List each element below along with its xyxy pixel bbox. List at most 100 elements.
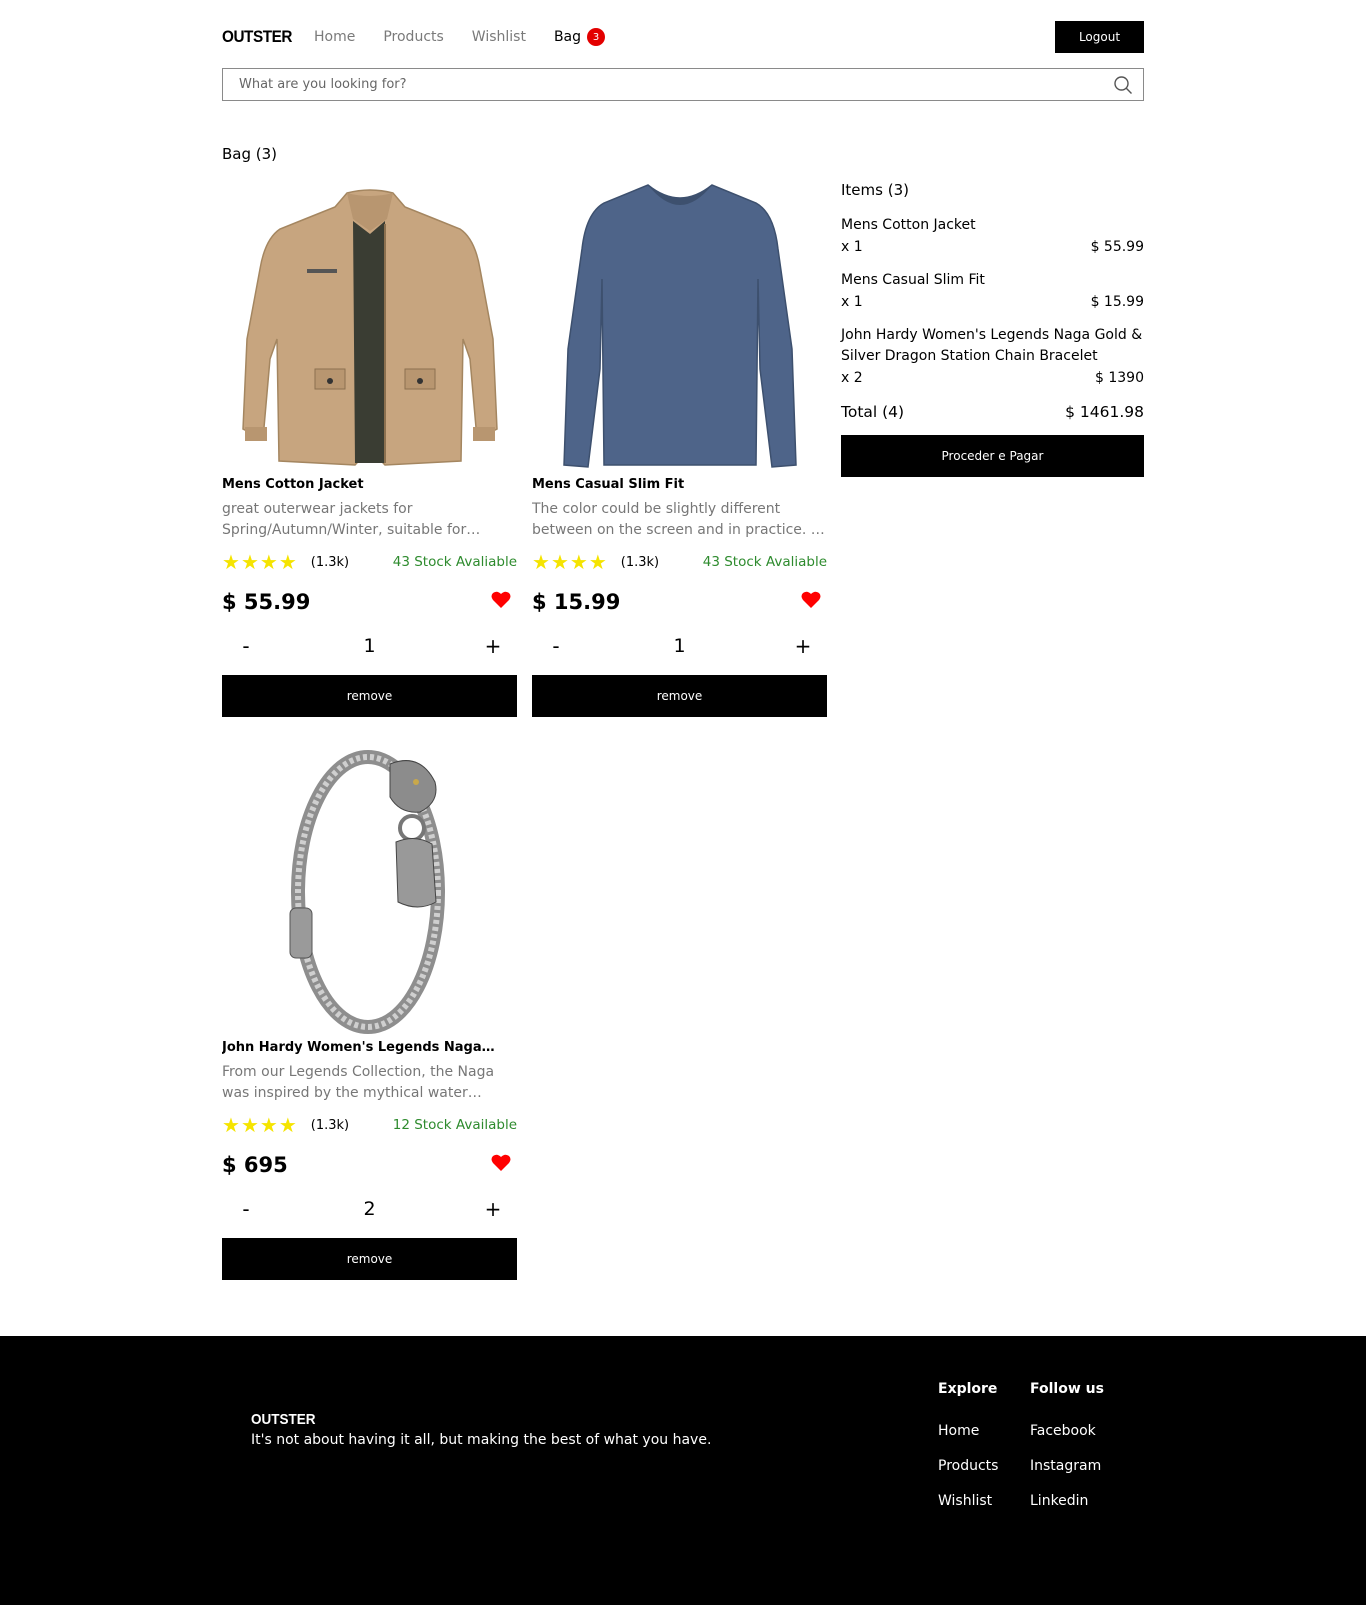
footer-link-products[interactable]: Products xyxy=(938,1458,998,1477)
page-title: Bag (3) xyxy=(222,145,278,163)
quantity-value: 1 xyxy=(673,635,686,657)
heart-icon[interactable] xyxy=(491,1154,511,1176)
product-card: John Hardy Women's Legends Naga… From ou… xyxy=(222,740,517,1280)
star-icon: ★ xyxy=(259,550,278,574)
product-image-jacket[interactable] xyxy=(222,177,517,475)
summary-item: Mens Casual Slim Fit x 1 $ 15.99 xyxy=(841,270,1144,313)
review-count: (1.3k) xyxy=(620,554,660,570)
footer-link-linkedin[interactable]: Linkedin xyxy=(1030,1493,1104,1512)
summary-item-name: Mens Cotton Jacket xyxy=(841,217,976,233)
star-rating: ★ ★ ★ ★ xyxy=(222,552,297,572)
rating-row: ★ ★ ★ ★ (1.3k) 43 Stock Avaliable xyxy=(532,551,827,573)
product-image-bracelet[interactable] xyxy=(222,740,517,1038)
summary-item-qty: x 1 xyxy=(841,239,863,255)
product-price: $ 15.99 xyxy=(532,590,621,614)
decrease-qty-button[interactable]: - xyxy=(236,1197,256,1221)
summary-item: Mens Cotton Jacket x 1 $ 55.99 xyxy=(841,215,1144,258)
heart-icon[interactable] xyxy=(801,591,821,613)
review-count: (1.3k) xyxy=(310,554,350,570)
heart-icon[interactable] xyxy=(491,591,511,613)
remove-button[interactable]: remove xyxy=(222,1238,517,1280)
footer-link-instagram[interactable]: Instagram xyxy=(1030,1458,1104,1477)
summary-item-name: Mens Casual Slim Fit xyxy=(841,272,985,288)
product-name[interactable]: John Hardy Women's Legends Naga… xyxy=(222,1038,517,1058)
total-label: Total (4) xyxy=(841,403,905,421)
star-icon: ★ xyxy=(278,1113,297,1137)
product-name[interactable]: Mens Cotton Jacket xyxy=(222,475,517,495)
bag-count-badge: 3 xyxy=(587,28,606,46)
price-row: $ 695 xyxy=(222,1150,517,1180)
nav-products[interactable]: Products xyxy=(383,29,443,45)
product-description: great outerwear jackets for Spring/Autum… xyxy=(222,501,481,538)
summary-total: Total (4) $ 1461.98 xyxy=(841,403,1144,421)
search-bar xyxy=(222,68,1144,101)
star-icon: ★ xyxy=(569,550,588,574)
footer-link-home[interactable]: Home xyxy=(938,1423,998,1442)
product-description: From our Legends Collection, the Naga wa… xyxy=(222,1064,495,1101)
decrease-qty-button[interactable]: - xyxy=(546,634,566,658)
stock-status: 12 Stock Available xyxy=(392,1117,517,1133)
decrease-qty-button[interactable]: - xyxy=(236,634,256,658)
brand-logo[interactable]: OUTSTER xyxy=(222,27,305,47)
summary-item-qty: x 1 xyxy=(841,294,863,310)
product-price: $ 695 xyxy=(222,1153,288,1177)
price-row: $ 15.99 xyxy=(532,587,827,617)
stock-status: 43 Stock Avaliable xyxy=(702,554,827,570)
footer: OUTSTER It's not about having it all, bu… xyxy=(0,1336,1366,1605)
summary-item: John Hardy Women's Legends Naga Gold & S… xyxy=(841,325,1144,389)
quantity-stepper: - 1 + xyxy=(532,631,827,661)
increase-qty-button[interactable]: + xyxy=(483,1197,503,1221)
star-icon: ★ xyxy=(259,1113,278,1137)
product-image-shirt[interactable] xyxy=(532,177,827,475)
star-icon: ★ xyxy=(588,550,607,574)
summary-item-price: $ 15.99 xyxy=(1090,294,1144,310)
search-input[interactable] xyxy=(223,77,1103,92)
star-icon: ★ xyxy=(222,550,240,574)
product-description: The color could be slightly different be… xyxy=(532,501,825,538)
quantity-value: 2 xyxy=(363,1198,376,1220)
product-price: $ 55.99 xyxy=(222,590,311,614)
footer-follow: Follow us Facebook Instagram Linkedin xyxy=(1030,1381,1104,1528)
quantity-stepper: - 1 + xyxy=(222,631,517,661)
star-icon: ★ xyxy=(222,1113,240,1137)
star-icon: ★ xyxy=(278,550,297,574)
review-count: (1.3k) xyxy=(310,1117,350,1133)
quantity-stepper: - 2 + xyxy=(222,1194,517,1224)
star-icon: ★ xyxy=(240,550,259,574)
summary-item-name: John Hardy Women's Legends Naga Gold & S… xyxy=(841,327,1143,364)
footer-explore: Explore Home Products Wishlist xyxy=(938,1381,998,1528)
star-icon: ★ xyxy=(550,550,569,574)
footer-explore-title: Explore xyxy=(938,1381,998,1397)
quantity-value: 1 xyxy=(363,635,376,657)
stock-status: 43 Stock Avaliable xyxy=(392,554,517,570)
price-row: $ 55.99 xyxy=(222,587,517,617)
footer-follow-title: Follow us xyxy=(1030,1381,1104,1397)
footer-link-facebook[interactable]: Facebook xyxy=(1030,1423,1104,1442)
checkout-button[interactable]: Proceder e Pagar xyxy=(841,435,1144,477)
nav-bag-label: Bag xyxy=(553,29,582,45)
search-icon[interactable] xyxy=(1103,69,1143,100)
increase-qty-button[interactable]: + xyxy=(483,634,503,658)
footer-tagline: It's not about having it all, but making… xyxy=(251,1432,712,1448)
summary-item-price: $ 55.99 xyxy=(1090,239,1144,255)
increase-qty-button[interactable]: + xyxy=(793,634,813,658)
star-icon: ★ xyxy=(240,1113,259,1137)
remove-button[interactable]: remove xyxy=(532,675,827,717)
product-card: Mens Cotton Jacket great outerwear jacke… xyxy=(222,177,517,717)
top-nav: OUTSTER Home Products Wishlist Bag 3 Log… xyxy=(222,20,1144,54)
nav-home[interactable]: Home xyxy=(314,29,355,45)
summary-item-qty: x 2 xyxy=(841,370,863,386)
total-value: $ 1461.98 xyxy=(1065,403,1144,421)
product-card: Mens Casual Slim Fit The color could be … xyxy=(532,177,827,717)
rating-row: ★ ★ ★ ★ (1.3k) 12 Stock Available xyxy=(222,1114,517,1136)
product-name[interactable]: Mens Casual Slim Fit xyxy=(532,475,827,495)
logout-button[interactable]: Logout xyxy=(1055,21,1144,53)
summary-title: Items (3) xyxy=(841,181,909,199)
summary-item-price: $ 1390 xyxy=(1095,370,1144,386)
footer-logo: OUTSTER xyxy=(251,1411,316,1428)
star-icon: ★ xyxy=(532,550,550,574)
nav-bag[interactable]: Bag 3 xyxy=(553,28,606,46)
remove-button[interactable]: remove xyxy=(222,675,517,717)
footer-link-wishlist[interactable]: Wishlist xyxy=(938,1493,998,1512)
nav-wishlist[interactable]: Wishlist xyxy=(472,29,526,45)
